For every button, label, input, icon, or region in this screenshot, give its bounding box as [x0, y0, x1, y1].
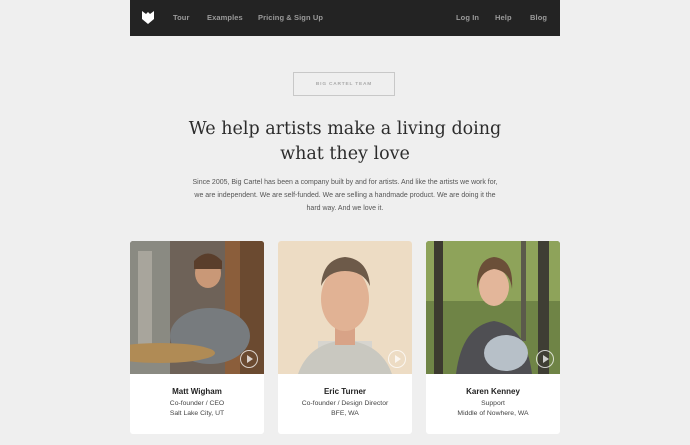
nav-tour-link[interactable]: Tour — [173, 13, 190, 22]
team-member-location: BFE, WA — [331, 410, 359, 417]
team-member-name: Karen Kenney — [466, 387, 520, 396]
team-member-name: Matt Wigham — [172, 387, 222, 396]
team-photo-karen[interactable] — [426, 241, 560, 374]
headline-line-2: what they love — [280, 144, 410, 164]
nav-examples-link[interactable]: Examples — [207, 13, 243, 22]
team-info: Matt Wigham Co-founder / CEO Salt Lake C… — [130, 374, 264, 417]
nav-blog-link[interactable]: Blog — [530, 13, 547, 22]
team-card-matt-wigham[interactable]: Matt Wigham Co-founder / CEO Salt Lake C… — [130, 241, 264, 434]
team-member-role: Co-founder / CEO — [169, 400, 225, 407]
intro-paragraph: Since 2005, Big Cartel has been a compan… — [175, 176, 515, 215]
big-cartel-logo-icon[interactable] — [142, 11, 154, 24]
team-member-role: Support — [481, 400, 505, 407]
nav-pricing-signup-link[interactable]: Pricing & Sign Up — [258, 13, 323, 22]
nav-login-link[interactable]: Log In — [456, 13, 479, 22]
team-card-eric-turner[interactable]: Eric Turner Co-founder / Design Director… — [278, 241, 412, 434]
headline-line-1: We help artists make a living doing — [188, 119, 502, 139]
nav-help-link[interactable]: Help — [495, 13, 512, 22]
team-card-karen-kenney[interactable]: Karen Kenney Support Middle of Nowhere, … — [426, 241, 560, 434]
team-info: Eric Turner Co-founder / Design Director… — [278, 374, 412, 417]
play-icon[interactable] — [536, 350, 554, 368]
team-member-name: Eric Turner — [323, 387, 367, 396]
page-headline: We help artists make a living doing what… — [170, 117, 520, 167]
top-navigation-bar: Tour Examples Pricing & Sign Up Log In H… — [130, 0, 560, 36]
intro-line-3: hard way. And we love it. — [306, 205, 384, 212]
section-label-text: BIG CARTEL TEAM — [315, 81, 373, 87]
play-icon[interactable] — [388, 350, 406, 368]
play-icon[interactable] — [240, 350, 258, 368]
team-member-location: Middle of Nowhere, WA — [457, 410, 529, 417]
team-photo-eric[interactable] — [278, 241, 412, 374]
section-label: BIG CARTEL TEAM — [293, 72, 395, 96]
team-member-role: Co-founder / Design Director — [301, 400, 389, 407]
team-info: Karen Kenney Support Middle of Nowhere, … — [426, 374, 560, 417]
team-photo-matt[interactable] — [130, 241, 264, 374]
intro-line-1: Since 2005, Big Cartel has been a compan… — [192, 179, 498, 186]
team-member-location: Salt Lake City, UT — [169, 410, 225, 417]
intro-line-2: we are independent. We are self-funded. … — [194, 192, 496, 199]
